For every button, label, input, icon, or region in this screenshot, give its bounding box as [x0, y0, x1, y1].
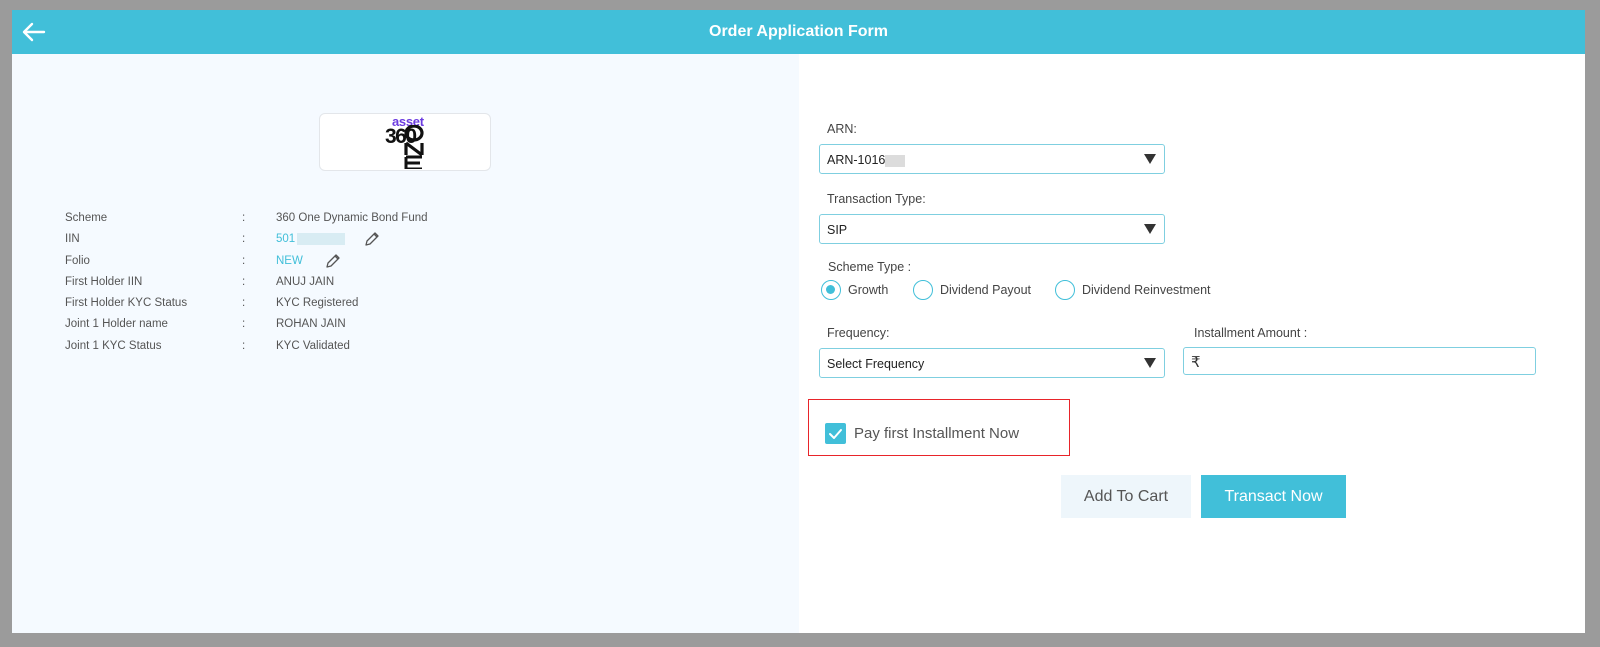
iin-link[interactable]: 501	[276, 233, 295, 245]
radio-circle	[1055, 280, 1075, 300]
order-form-panel: ARN: ARN-1016 Transaction Type: SIP Sche…	[799, 54, 1585, 633]
radio-label: Dividend Payout	[940, 283, 1032, 297]
radio-label: Growth	[848, 283, 889, 297]
info-label: Folio	[65, 254, 90, 267]
info-separator: :	[242, 212, 246, 224]
logo-one-mark	[404, 125, 424, 169]
header-bar: Order Application Form	[12, 10, 1585, 54]
dropdown-arrow-icon	[1144, 154, 1156, 164]
radio-label: Dividend Reinvestment	[1082, 283, 1211, 297]
pay-first-installment-checkbox[interactable]	[825, 423, 846, 444]
redacted-area	[885, 154, 906, 167]
transaction-type-label: Transaction Type:	[827, 192, 926, 206]
first-holder-iin-value: ANUJ JAIN	[276, 275, 335, 288]
first-holder-kyc-value: KYC Registered	[276, 297, 359, 310]
info-separator: :	[242, 297, 246, 310]
rupee-icon: ₹	[1191, 354, 1201, 371]
info-label: First Holder KYC Status	[65, 297, 188, 310]
frequency-select[interactable]: Select Frequency	[819, 348, 1165, 378]
checkmark-icon	[829, 429, 842, 439]
transact-now-button[interactable]: Transact Now	[1201, 475, 1346, 518]
app-window: Order Application Form asset 360 Scheme …	[12, 10, 1585, 633]
pay-first-installment-highlight: Pay first Installment Now	[808, 399, 1070, 456]
add-to-cart-button[interactable]: Add To Cart	[1061, 475, 1191, 518]
info-label: Joint 1 KYC Status	[65, 339, 162, 352]
radio-selected-dot	[826, 285, 835, 294]
info-separator: :	[242, 318, 246, 331]
info-separator: :	[242, 254, 246, 267]
dropdown-arrow-icon	[1144, 358, 1156, 368]
scheme-type-label: Scheme Type :	[828, 260, 912, 274]
transaction-type-value: SIP	[827, 223, 848, 237]
installment-amount-input[interactable]: ₹	[1183, 347, 1536, 375]
installment-amount-label: Installment Amount :	[1194, 326, 1308, 340]
arn-selected-value: ARN-1016	[827, 153, 906, 167]
transaction-type-select[interactable]: SIP	[819, 214, 1165, 244]
info-label: IIN	[65, 233, 80, 246]
joint-kyc-value: KYC Validated	[276, 339, 350, 352]
page-title: Order Application Form	[709, 23, 888, 40]
scheme-details-panel: asset 360 Scheme : 360 One Dynamic Bond …	[12, 54, 799, 633]
info-separator: :	[242, 275, 246, 288]
info-label: Scheme	[65, 212, 108, 224]
redacted-area	[297, 233, 346, 246]
dropdown-arrow-icon	[1144, 224, 1156, 234]
joint-holder-name-value: ROHAN JAIN	[276, 318, 346, 331]
arn-select[interactable]: ARN-1016	[819, 144, 1165, 174]
fund-logo: asset 360	[319, 113, 491, 171]
edit-iin-pencil-icon[interactable]	[363, 230, 381, 248]
radio-circle	[913, 280, 933, 300]
folio-value[interactable]: NEW	[276, 255, 303, 267]
frequency-label: Frequency:	[827, 326, 890, 340]
frequency-value: Select Frequency	[827, 357, 925, 371]
info-label: First Holder IIN	[65, 275, 143, 288]
iin-value: 501	[276, 233, 346, 246]
info-separator: :	[242, 233, 246, 246]
edit-folio-pencil-icon[interactable]	[324, 252, 342, 270]
scheme-value: 360 One Dynamic Bond Fund	[276, 212, 428, 224]
arn-label: ARN:	[827, 122, 857, 136]
pay-first-installment-label[interactable]: Pay first Installment Now	[854, 425, 1019, 442]
info-label: Joint 1 Holder name	[65, 318, 168, 331]
info-separator: :	[242, 339, 246, 352]
radio-circle	[821, 280, 841, 300]
